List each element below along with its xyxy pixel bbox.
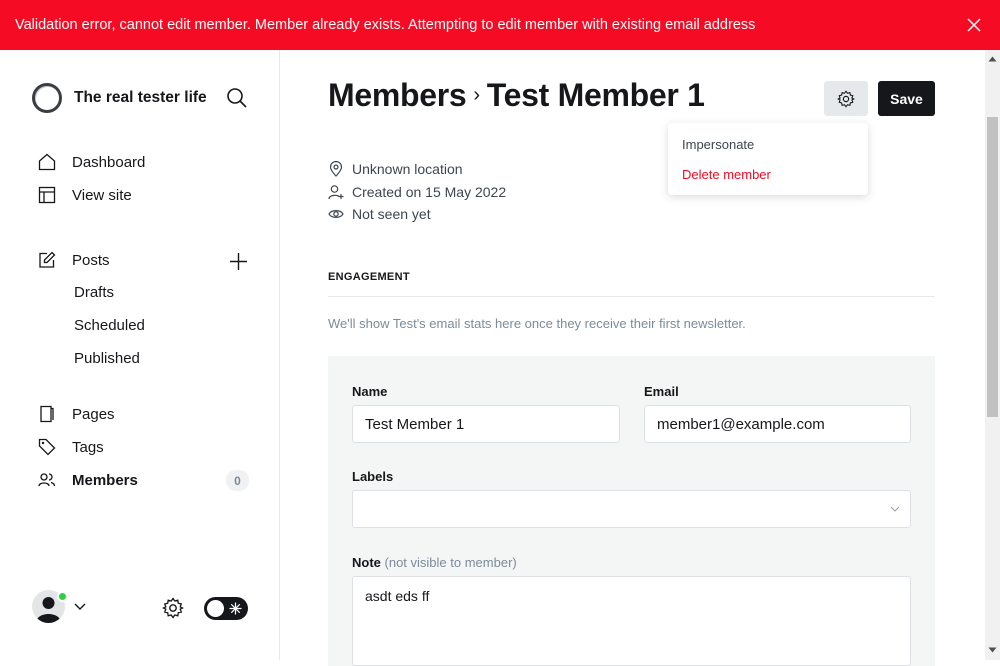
sidebar-item-pages[interactable]: Pages [38,403,115,425]
engagement-heading: ENGAGEMENT [328,271,410,283]
error-banner: Validation error, cannot edit member. Me… [0,0,1000,50]
theme-toggle[interactable] [204,597,248,620]
note-label-text: Note [352,555,381,570]
created-text: Created on 15 May 2022 [352,184,507,200]
online-status-dot [57,591,68,602]
error-message: Validation error, cannot edit member. Me… [15,17,756,33]
email-label: Email [644,384,679,399]
plus-icon[interactable] [229,252,248,271]
sidebar-item-label: Tags [72,438,104,456]
sidebar-item-dashboard[interactable]: Dashboard [38,151,145,173]
sidebar-item-published[interactable]: Published [74,348,140,370]
scrollbar[interactable] [985,50,1000,660]
user-add-icon [328,185,344,200]
gear-icon [837,89,855,108]
scrollbar-thumb[interactable] [987,117,998,417]
scroll-down-arrow-icon[interactable] [988,647,997,653]
impersonate-menu-item[interactable]: Impersonate [682,137,754,152]
member-form: Name Test Member 1 Email member1@example… [328,356,935,666]
sidebar-item-label: View site [72,186,132,204]
location-text: Unknown location [352,161,463,177]
page-icon [40,405,54,423]
divider [328,296,935,297]
chevron-down-icon [890,506,900,512]
sidebar-item-posts[interactable]: Posts [38,249,110,271]
sidebar-item-label: Posts [72,251,110,269]
sidebar-item-drafts[interactable]: Drafts [74,282,114,304]
sidebar: The real tester life Dashboard View site… [0,50,280,660]
members-count-badge: 0 [226,470,249,491]
scroll-up-arrow-icon[interactable] [988,56,997,62]
gear-icon[interactable] [162,597,184,619]
members-icon [38,473,56,487]
member-location: Unknown location [328,161,463,177]
search-icon[interactable] [226,87,248,109]
edit-icon [39,251,56,268]
sidebar-item-label: Members [72,471,138,489]
member-last-seen: Not seen yet [328,206,431,222]
note-label: Note (not visible to member) [352,555,517,570]
member-actions-button[interactable] [824,81,868,116]
name-field[interactable]: Test Member 1 [352,405,620,443]
breadcrumb-separator: › [473,84,480,106]
site-logo [32,83,62,113]
tag-icon [38,438,56,456]
page-title: Members › Test Member 1 [328,77,705,114]
sun-icon [229,602,242,615]
labels-select[interactable] [352,490,911,528]
sidebar-item-view-site[interactable]: View site [38,184,132,206]
home-icon [38,153,56,171]
seen-text: Not seen yet [352,206,431,222]
eye-icon [328,210,344,218]
breadcrumb-members[interactable]: Members [328,77,467,114]
toggle-knob [207,600,224,617]
delete-member-menu-item[interactable]: Delete member [682,167,771,182]
layout-icon [38,186,56,204]
main-content: Members › Test Member 1 Save Impersonate… [280,50,985,666]
member-actions-menu: Impersonate Delete member [668,123,868,195]
sidebar-item-label: Dashboard [72,153,146,171]
name-label: Name [352,384,388,399]
note-hint: (not visible to member) [384,555,517,570]
close-icon[interactable] [965,16,983,34]
site-title: The real tester life [74,89,207,106]
sidebar-item-label: Pages [72,405,115,423]
member-name-heading: Test Member 1 [486,77,705,113]
sidebar-item-tags[interactable]: Tags [38,436,104,458]
engagement-empty-text: We'll show Test's email stats here once … [328,316,746,331]
note-textarea[interactable]: asdt eds ff [352,576,911,666]
member-created: Created on 15 May 2022 [328,184,506,200]
sidebar-item-members[interactable]: Members [38,469,138,491]
sidebar-item-scheduled[interactable]: Scheduled [74,315,145,337]
save-button[interactable]: Save [878,81,935,116]
labels-label: Labels [352,469,394,484]
site-brand[interactable]: The real tester life [32,83,207,113]
email-field[interactable]: member1@example.com [644,405,911,443]
location-pin-icon [329,161,343,177]
chevron-down-icon[interactable] [73,601,87,613]
